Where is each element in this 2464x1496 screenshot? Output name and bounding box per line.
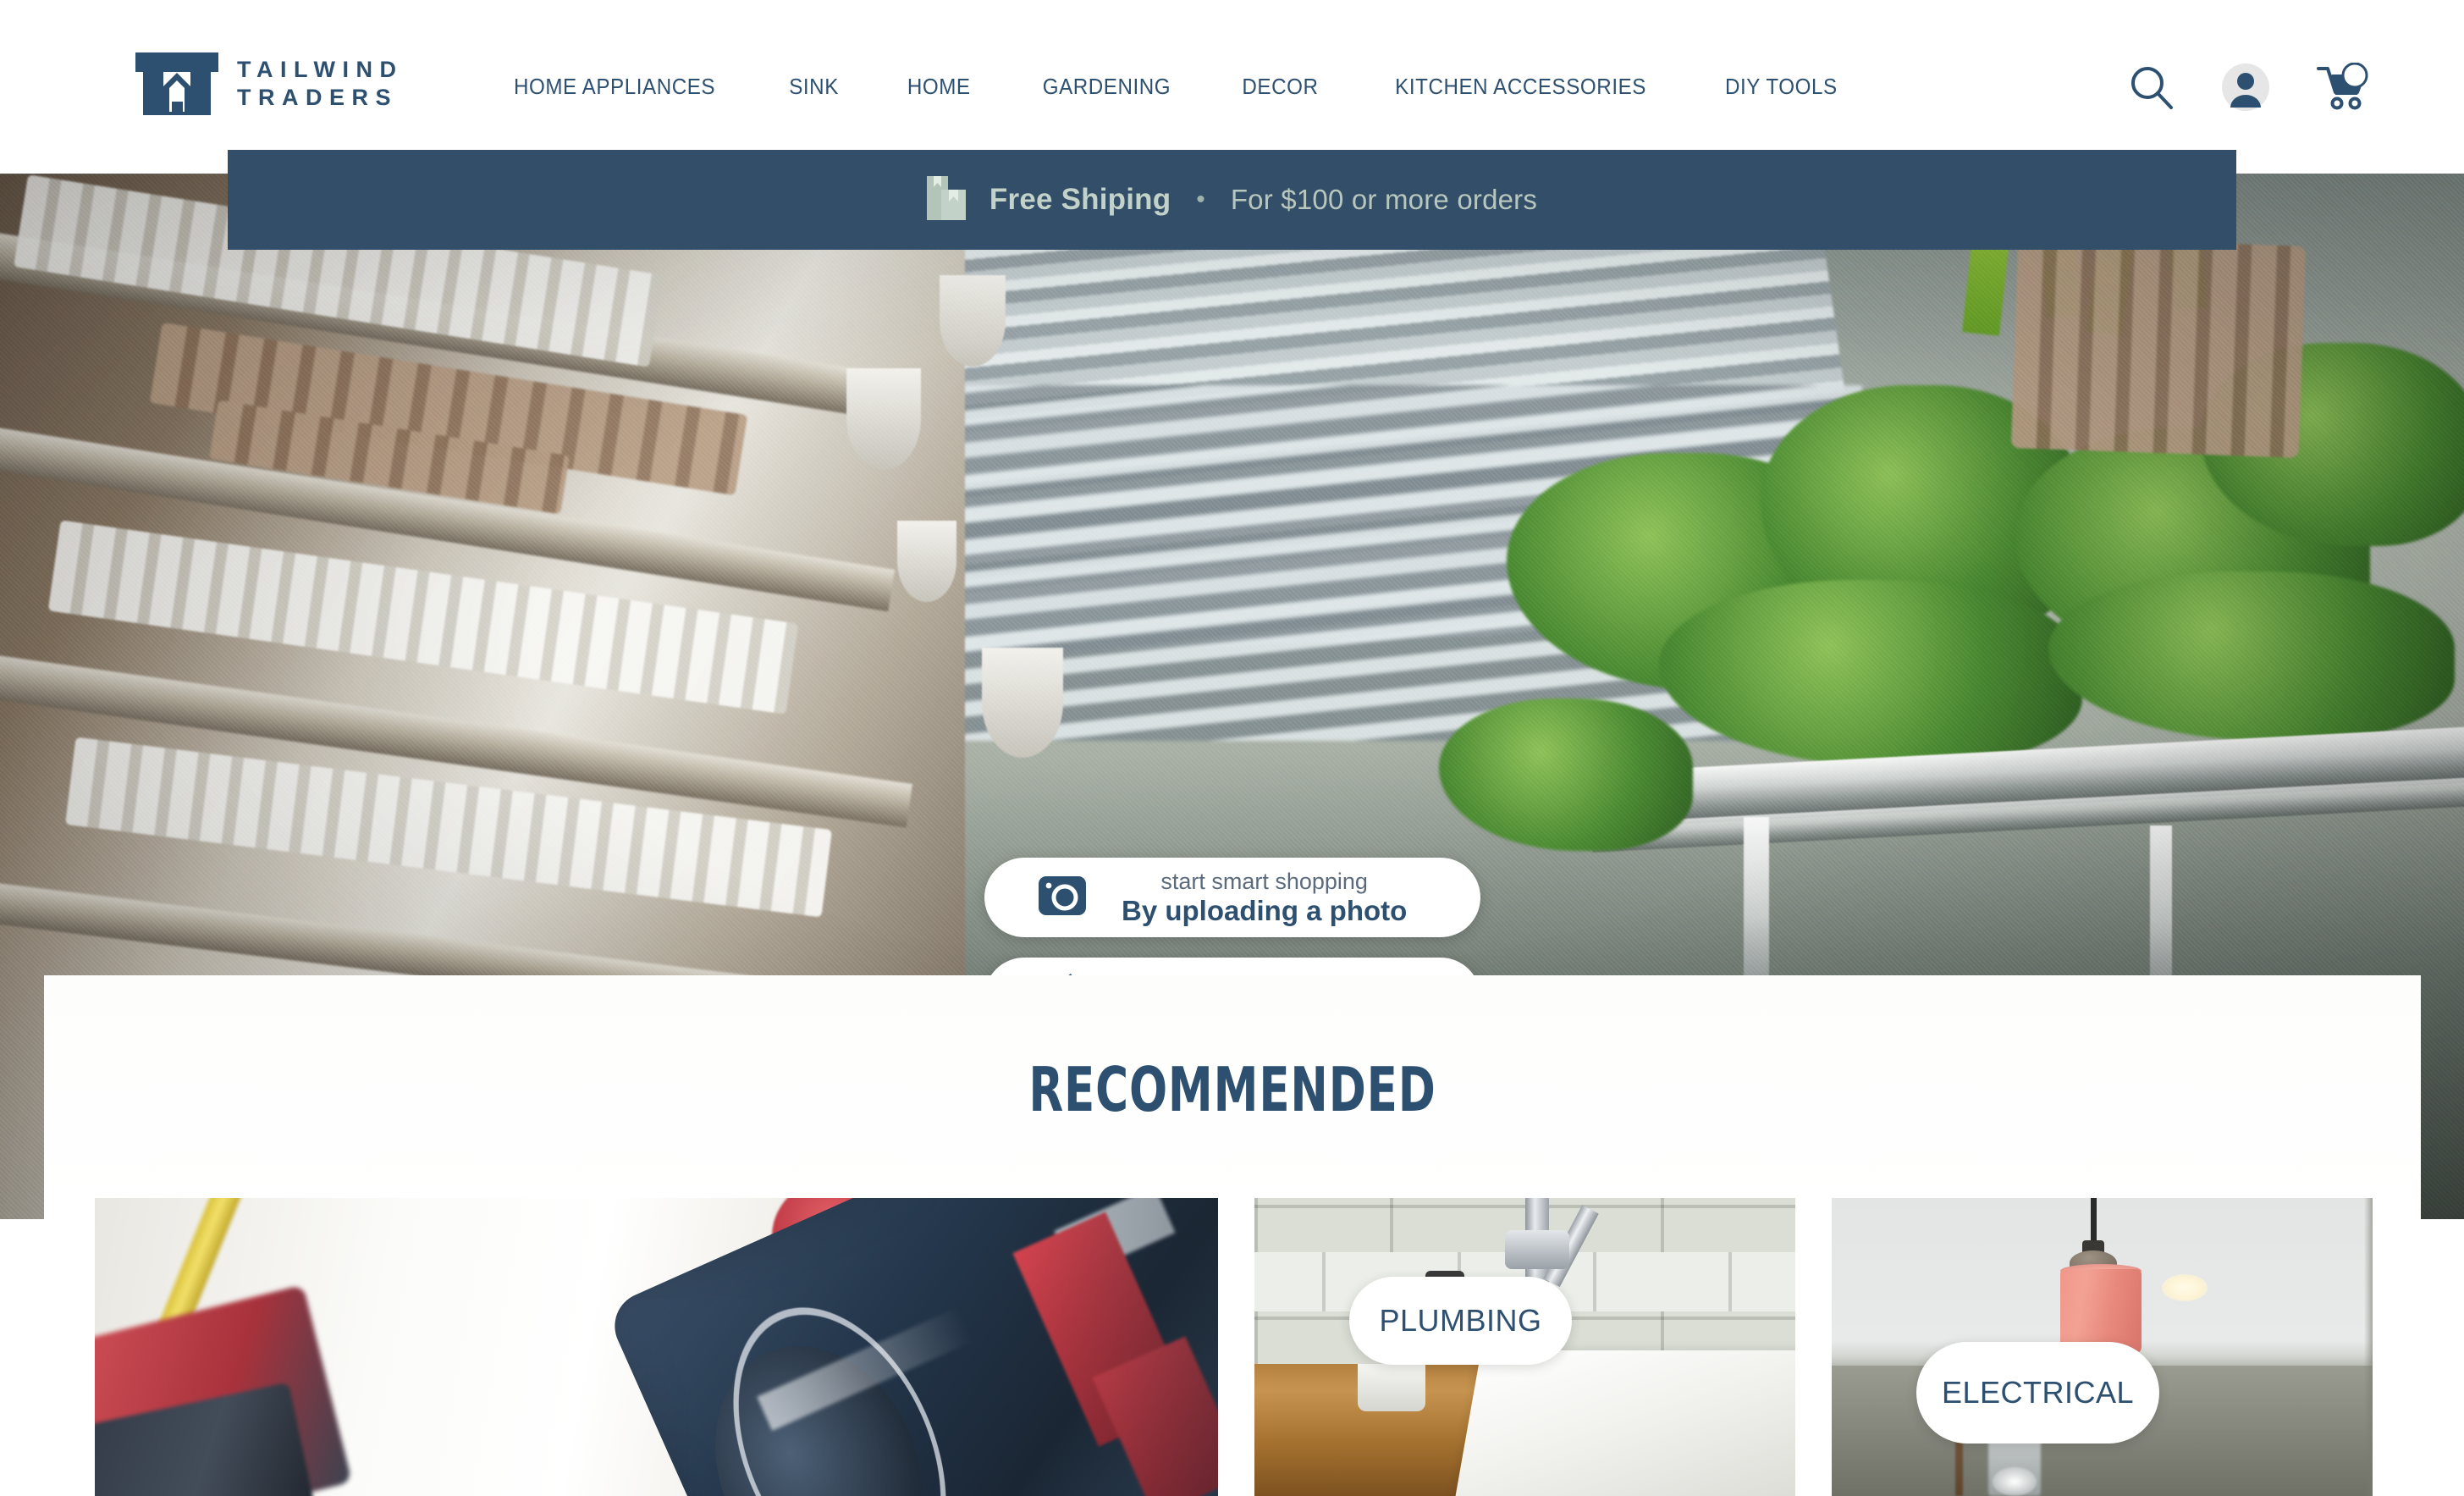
- package-boxes-icon: [926, 174, 966, 226]
- nav-sink[interactable]: SINK: [759, 74, 868, 100]
- nav-diy-tools[interactable]: DIY TOOLS: [1695, 74, 1866, 100]
- shopping-cart-icon[interactable]: [2317, 62, 2371, 112]
- nav-home[interactable]: HOME: [878, 74, 1000, 100]
- card-electrical[interactable]: ELECTRICAL: [1832, 1198, 2373, 1496]
- user-account-icon[interactable]: [2222, 63, 2269, 111]
- card-diy-tools[interactable]: [95, 1198, 1218, 1496]
- banner-separator: •: [1196, 185, 1205, 213]
- cordless-drill-photo: [95, 1198, 1218, 1496]
- nav-decor[interactable]: DECOR: [1213, 74, 1349, 100]
- free-shipping-subtext: For $100 or more orders: [1230, 184, 1538, 215]
- upload-photo-button[interactable]: start smart shopping By uploading a phot…: [984, 858, 1480, 937]
- free-shipping-banner: Free Shiping • For $100 or more orders: [228, 150, 2236, 250]
- main-navigation: HOME APPLIANCES SINK HOME GARDENING DECO…: [474, 0, 1873, 174]
- nav-gardening[interactable]: GARDENING: [1012, 74, 1200, 100]
- nav-home-appliances[interactable]: HOME APPLIANCES: [484, 74, 746, 100]
- upload-photo-kicker: start smart shopping: [1160, 868, 1368, 894]
- brand-wordmark: TAILWIND TRADERS: [237, 58, 403, 109]
- camera-icon: [1039, 875, 1086, 919]
- brand-name-line1: TAILWIND: [237, 57, 404, 82]
- recommended-section: RECOMMENDED PLUMBING ELECTRICAL: [44, 975, 2421, 1496]
- nav-kitchen-accessories[interactable]: KITCHEN ACCESSORIES: [1365, 74, 1676, 100]
- header-actions: [2129, 0, 2371, 174]
- house-monogram-logo-icon: [135, 52, 218, 115]
- card-plumbing[interactable]: PLUMBING: [1254, 1198, 1795, 1496]
- brand-logo[interactable]: TAILWIND TRADERS: [135, 52, 403, 115]
- card-label-electrical[interactable]: ELECTRICAL: [1916, 1342, 2159, 1444]
- upload-photo-label: By uploading a photo: [1122, 894, 1408, 926]
- site-header: TAILWIND TRADERS HOME APPLIANCES SINK HO…: [0, 0, 2464, 174]
- brand-name-line2: TRADERS: [237, 85, 399, 110]
- recommended-title: RECOMMENDED: [1028, 1054, 1436, 1125]
- card-label-plumbing[interactable]: PLUMBING: [1349, 1277, 1572, 1365]
- recommended-cards: PLUMBING ELECTRICAL: [95, 1198, 2373, 1496]
- search-icon[interactable]: [2129, 64, 2175, 110]
- free-shipping-headline: Free Shiping: [989, 183, 1171, 216]
- page-root: start smart shopping By uploading a phot…: [0, 0, 2464, 1496]
